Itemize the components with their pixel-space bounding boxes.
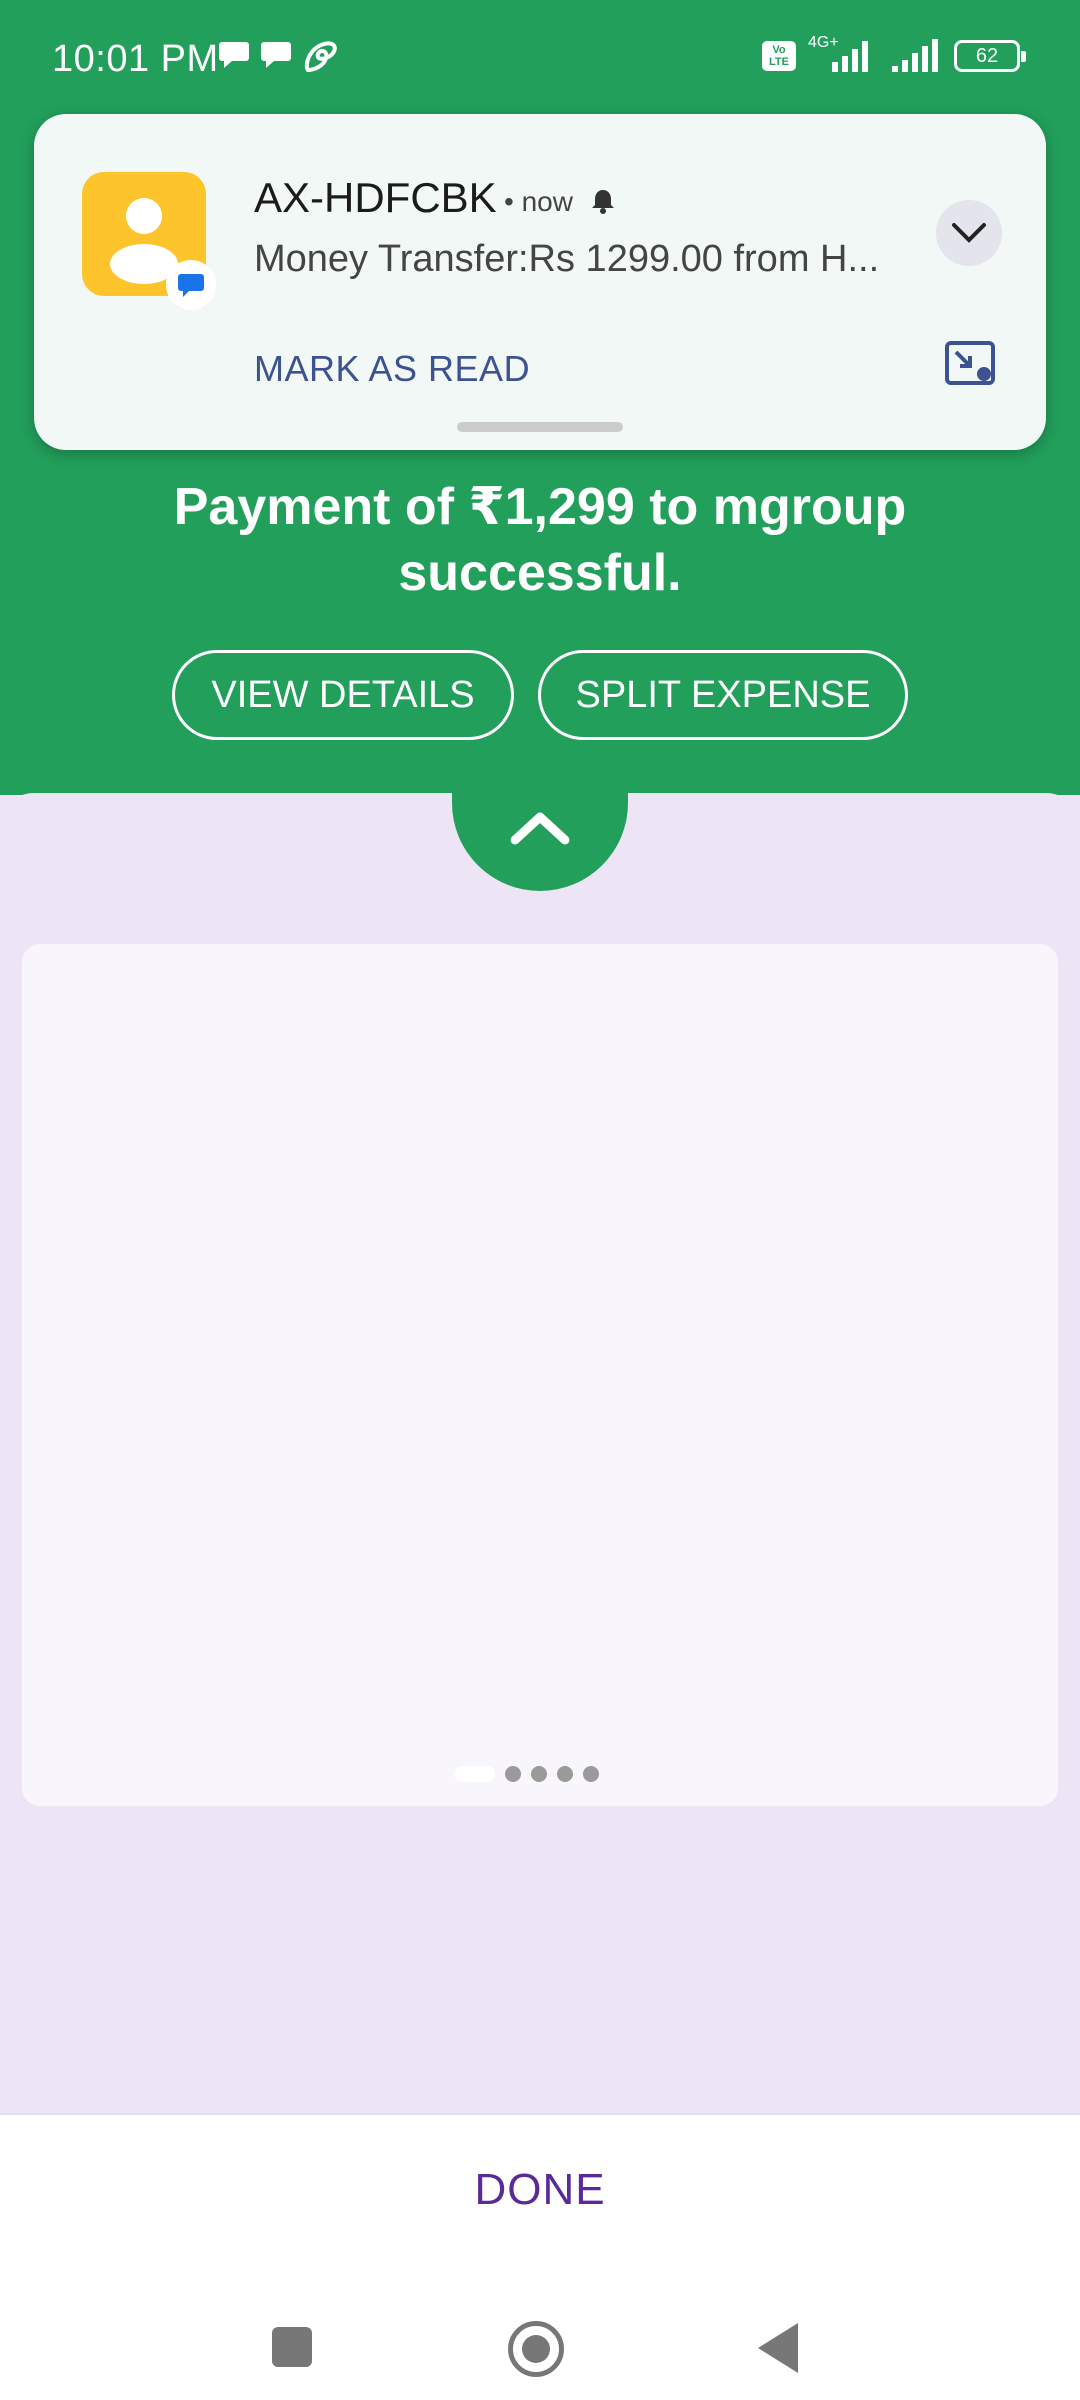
picture-in-picture-icon[interactable] — [944, 340, 998, 388]
sms-notification[interactable]: AX-HDFCBK • now Money Transfer:Rs 1299.0… — [34, 114, 1046, 450]
notification-body: Money Transfer:Rs 1299.00 from H... — [254, 238, 880, 280]
back-button[interactable] — [758, 2323, 798, 2373]
chat-bubble-icon — [261, 42, 291, 68]
chat-bubble-icon — [219, 42, 249, 68]
status-system-icons: Vo LTE 4G+ 62 — [762, 34, 1026, 74]
done-button[interactable]: DONE — [0, 2165, 1080, 2215]
messages-badge-icon — [166, 260, 216, 310]
signal-icon: 4G+ — [808, 34, 878, 74]
payment-success-message: Payment of ₹1,299 to mgroup successful. — [173, 478, 907, 602]
system-navigation-bar — [0, 2291, 1080, 2400]
chevron-up-icon — [510, 812, 570, 845]
carousel-dot — [583, 1766, 599, 1782]
bottom-panel: DONE — [0, 2113, 1080, 2400]
notification-time-label: • now — [504, 186, 573, 217]
airtel-icon — [304, 41, 337, 73]
notification-time: • now — [504, 186, 617, 218]
alert-bell-icon — [591, 190, 614, 214]
home-button[interactable] — [508, 2321, 564, 2377]
view-details-button[interactable]: VIEW DETAILS — [172, 650, 514, 740]
battery-icon: 62 — [954, 40, 1026, 72]
offers-carousel-card[interactable] — [22, 944, 1058, 1806]
split-expense-button[interactable]: SPLIT EXPENSE — [538, 650, 908, 740]
status-bar: 10:01 PM Vo LTE 4G+ 62 — [0, 0, 1080, 120]
status-notification-icons — [218, 40, 340, 74]
expand-notification-button[interactable] — [936, 200, 1002, 266]
chevron-down-icon — [952, 223, 986, 243]
carousel-page-indicator — [455, 1766, 599, 1782]
payment-actions: VIEW DETAILS SPLIT EXPENSE — [172, 650, 908, 740]
status-time: 10:01 PM — [52, 38, 219, 80]
mark-as-read-button[interactable]: MARK AS READ — [254, 348, 530, 390]
carousel-dot — [505, 1766, 521, 1782]
notification-drag-handle[interactable] — [457, 422, 623, 432]
carousel-dot-active — [455, 1766, 495, 1782]
notification-sender: AX-HDFCBK — [254, 174, 497, 221]
volte-icon: Vo LTE — [762, 41, 796, 71]
signal-icon — [892, 39, 938, 72]
carousel-dot — [531, 1766, 547, 1782]
recents-button[interactable] — [272, 2327, 312, 2367]
carousel-dot — [557, 1766, 573, 1782]
